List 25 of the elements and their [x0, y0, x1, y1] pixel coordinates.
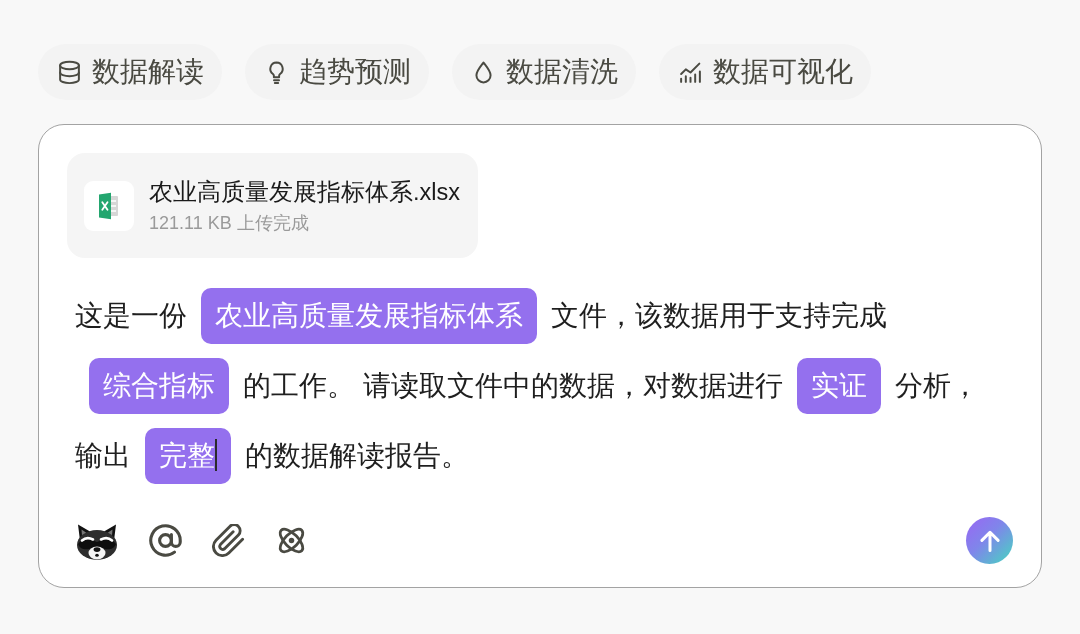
- variable-tag[interactable]: 综合指标: [89, 358, 229, 414]
- message-text: 的工作。 请读取文件中的数据，对数据进行: [243, 370, 783, 401]
- suggestion-chip[interactable]: 数据解读: [38, 44, 222, 100]
- paperclip-icon: [212, 524, 245, 557]
- database-icon: [57, 59, 82, 85]
- mention-button[interactable]: [149, 524, 182, 557]
- file-name: 农业高质量发展指标体系.xlsx: [149, 177, 460, 207]
- at-sign-icon: [149, 524, 182, 557]
- message-text: 分析，: [894, 370, 979, 401]
- message-text: 的数据解读报告。: [245, 440, 469, 471]
- attachment-card[interactable]: 农业高质量发展指标体系.xlsx 121.11 KB 上传完成: [67, 153, 478, 258]
- suggestion-chip[interactable]: 数据清洗: [452, 44, 636, 100]
- variable-tag[interactable]: 实证: [796, 358, 881, 414]
- message-input-field[interactable]: 农业高质量发展指标体系.xlsx 121.11 KB 上传完成 这是一份 农业高质量发展指标体系 文件，该数据用于支持完成 综合指标 的工作。 请读取文件中的数据，对数据进行 实证 分析， 输出 完整 的数据解读报告。: [38, 124, 1042, 588]
- message-text: 输出: [75, 440, 131, 471]
- variable-tag[interactable]: 完整: [145, 428, 231, 484]
- upload-status: 121.11 KB 上传完成: [149, 211, 310, 235]
- suggestion-chip[interactable]: 数据可视化: [659, 44, 871, 100]
- variable-tag[interactable]: 农业高质量发展指标体系: [201, 288, 537, 344]
- suggestion-chip[interactable]: 趋势预测: [245, 44, 429, 100]
- attach-button[interactable]: [212, 524, 245, 557]
- send-button[interactable]: [966, 517, 1013, 564]
- spreadsheet-file-icon: [84, 180, 134, 231]
- message-text: 文件，该数据用于支持完成: [551, 300, 887, 331]
- message-text: 这是一份: [75, 300, 187, 331]
